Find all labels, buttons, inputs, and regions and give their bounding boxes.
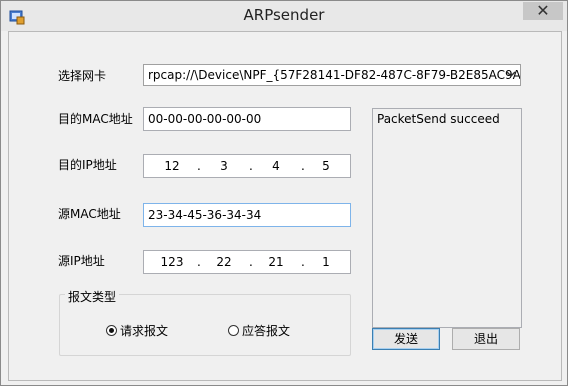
dst-mac-label: 目的MAC地址 (58, 112, 133, 126)
ip-octet[interactable]: 12 (154, 159, 190, 173)
close-icon[interactable]: ✕ (523, 2, 563, 20)
ip-octet[interactable]: 123 (154, 255, 190, 269)
src-ip-input[interactable]: 123 . 22 . 21 . 1 (143, 250, 351, 274)
radio-request[interactable]: 请求报文 (106, 322, 168, 339)
ip-octet[interactable]: 22 (206, 255, 242, 269)
ip-dot: . (197, 255, 201, 269)
packet-type-legend: 报文类型 (65, 288, 120, 305)
ip-dot: . (301, 255, 305, 269)
radio-reply[interactable]: 应答报文 (228, 322, 290, 339)
ip-octet[interactable]: 4 (258, 159, 294, 173)
adapter-label: 选择网卡 (58, 69, 107, 83)
ip-dot: . (197, 159, 201, 173)
adapter-select[interactable]: rpcap://\Device\NPF_{57F28141-DF82-487C-… (143, 64, 521, 86)
window-title: ARPsender (243, 6, 325, 24)
radio-checked-icon[interactable] (106, 325, 117, 336)
chevron-down-icon[interactable] (506, 67, 516, 81)
send-button[interactable]: 发送 (372, 328, 440, 350)
adapter-select-value: rpcap://\Device\NPF_{57F28141-DF82-487C-… (148, 68, 521, 82)
dst-ip-label: 目的IP地址 (58, 158, 117, 172)
ip-octet[interactable]: 3 (206, 159, 242, 173)
ip-octet[interactable]: 21 (258, 255, 294, 269)
ip-octet[interactable]: 1 (308, 255, 344, 269)
radio-request-label: 请求报文 (120, 324, 169, 338)
title-bar: ARPsender ✕ (1, 1, 567, 31)
src-mac-input[interactable]: 23-34-45-36-34-34 (143, 203, 351, 227)
src-mac-label: 源MAC地址 (58, 207, 121, 221)
ip-dot: . (249, 159, 253, 173)
log-line: PacketSend succeed (377, 112, 500, 126)
dst-ip-input[interactable]: 12 . 3 . 4 . 5 (143, 154, 351, 178)
status-log[interactable]: PacketSend succeed (372, 108, 522, 328)
client-area: 选择网卡 rpcap://\Device\NPF_{57F28141-DF82-… (8, 31, 562, 381)
ip-dot: . (249, 255, 253, 269)
radio-unchecked-icon[interactable] (228, 325, 239, 336)
radio-reply-label: 应答报文 (242, 324, 291, 338)
src-ip-label: 源IP地址 (58, 254, 105, 268)
ip-octet[interactable]: 5 (308, 159, 344, 173)
app-window: ARPsender ✕ 选择网卡 rpcap://\Device\NPF_{57… (0, 0, 568, 386)
ip-dot: . (301, 159, 305, 173)
exit-button[interactable]: 退出 (452, 328, 520, 350)
dst-mac-input[interactable]: 00-00-00-00-00-00 (143, 107, 351, 131)
